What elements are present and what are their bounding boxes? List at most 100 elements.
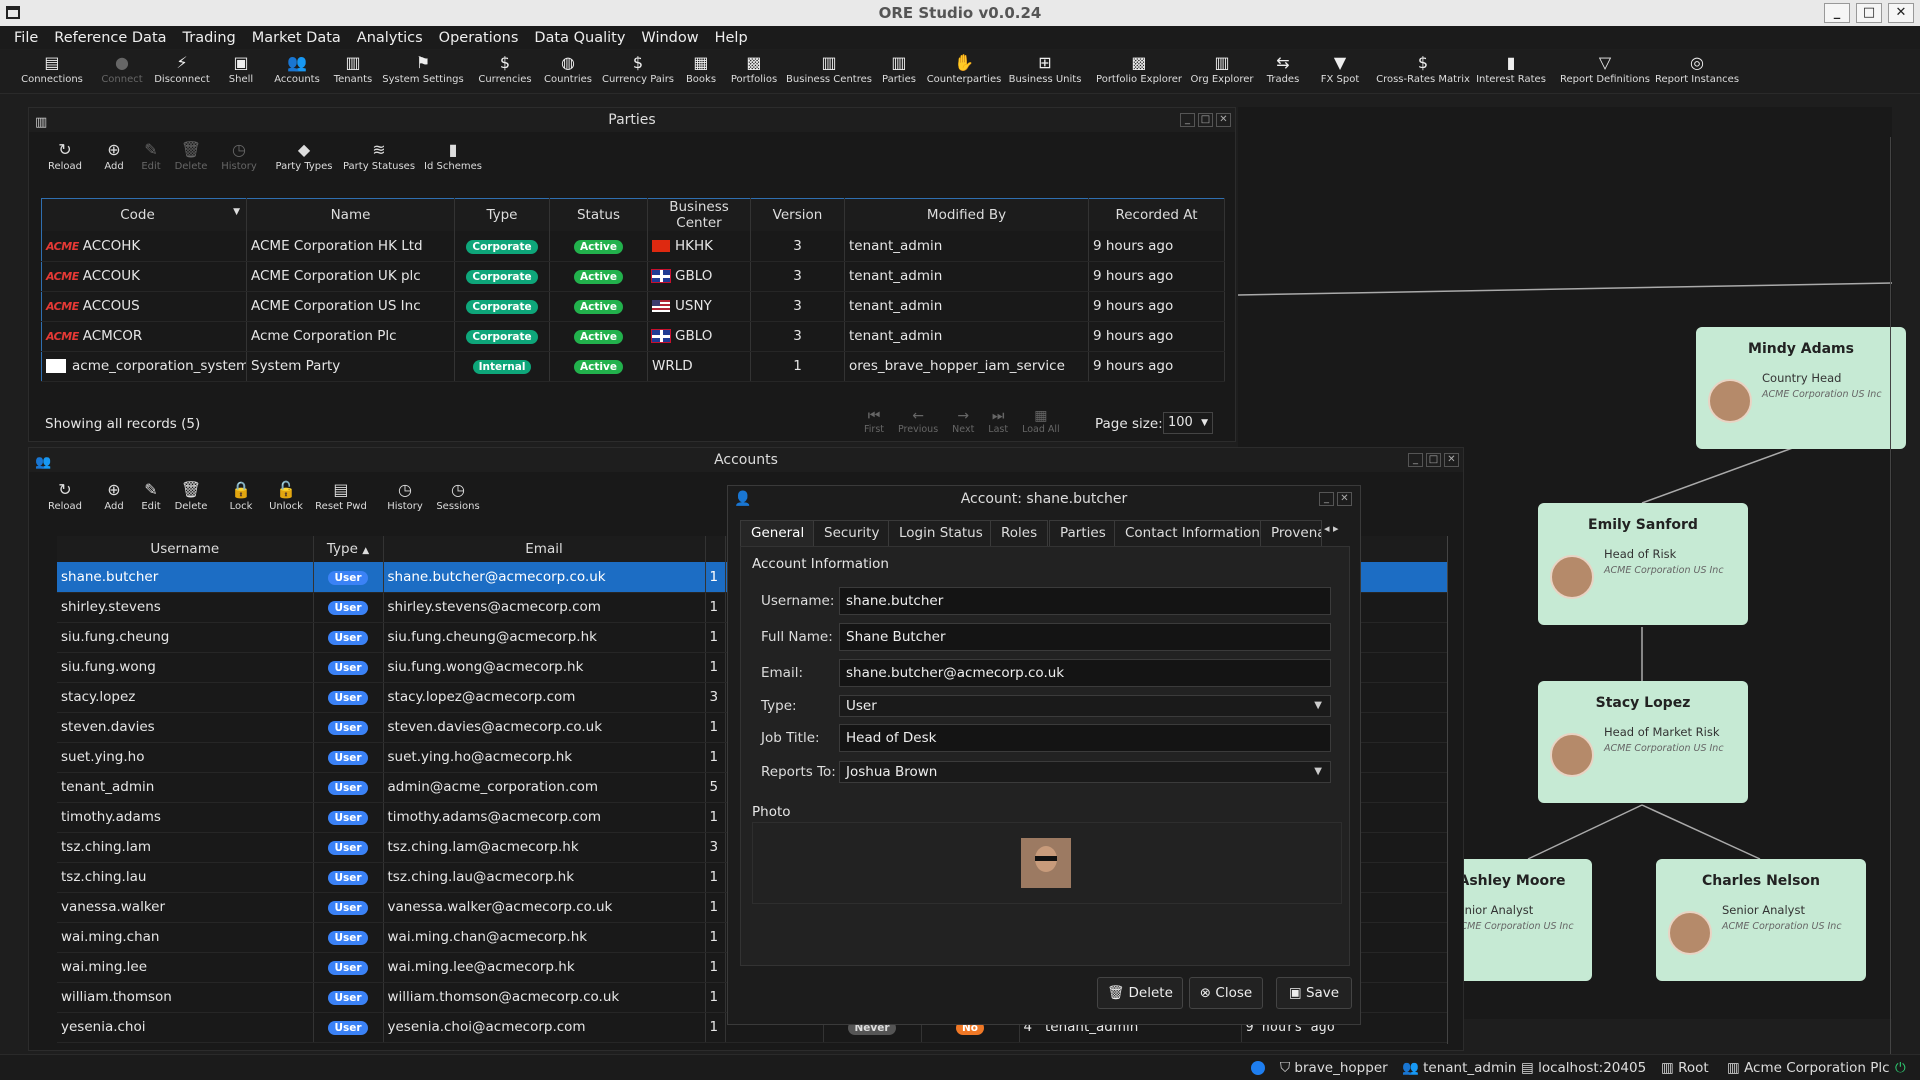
panel-minimize-button[interactable]: _ bbox=[1408, 453, 1423, 467]
toolbar-portfolio-explorer[interactable]: ▩ Portfolio Explorer bbox=[1096, 54, 1182, 86]
accounts-scrollbar[interactable] bbox=[1447, 536, 1461, 1044]
pager-last-button[interactable]: ⏭ Last bbox=[988, 408, 1008, 435]
parties-history-button[interactable]: ◷ History bbox=[221, 140, 257, 172]
accounts-add-button[interactable]: ⊕ Add bbox=[104, 480, 123, 512]
accounts-history-button[interactable]: ◷ History bbox=[387, 480, 423, 512]
column-header-status[interactable]: Status bbox=[549, 198, 648, 231]
accounts-reload-button[interactable]: ↻ Reload bbox=[48, 480, 82, 512]
pager-next-button[interactable]: → Next bbox=[952, 408, 974, 435]
close-window-button[interactable]: ✕ bbox=[1888, 3, 1914, 23]
job-title-field[interactable]: Head of Desk bbox=[839, 724, 1331, 752]
full-name-field[interactable]: Shane Butcher bbox=[839, 623, 1331, 651]
reports-to-select[interactable]: Joshua Brown ▼ bbox=[839, 761, 1331, 783]
tab-provenance[interactable]: Provena bbox=[1260, 520, 1322, 546]
column-header-version[interactable]: Version bbox=[750, 198, 845, 231]
maximize-button[interactable]: □ bbox=[1856, 3, 1882, 23]
toolbar-org-explorer[interactable]: ▥ Org Explorer bbox=[1191, 54, 1254, 86]
minimize-button[interactable]: _ bbox=[1824, 3, 1850, 23]
menu-reference-data[interactable]: Reference Data bbox=[54, 30, 166, 46]
panel-close-button[interactable]: ✕ bbox=[1216, 113, 1231, 127]
panel-maximize-button[interactable]: □ bbox=[1198, 113, 1213, 127]
org-scrollbar[interactable] bbox=[1890, 137, 1900, 1077]
accounts-delete-button[interactable]: 🗑 Delete bbox=[175, 480, 208, 512]
column-header-type[interactable]: Type ▲ bbox=[313, 536, 384, 562]
reset-password-button[interactable]: ▤ Reset Pwd bbox=[315, 480, 367, 512]
id-schemes-button[interactable]: ▮ Id Schemes bbox=[424, 140, 482, 172]
toolbar-interest-rates[interactable]: ▮ Interest Rates bbox=[1476, 54, 1546, 86]
toolbar-parties[interactable]: ▥ Parties bbox=[882, 54, 916, 86]
parties-edit-button[interactable]: ✎ Edit bbox=[141, 140, 160, 172]
column-header-email[interactable]: Email bbox=[383, 536, 706, 562]
party-types-button[interactable]: ◆ Party Types bbox=[275, 140, 332, 172]
menu-operations[interactable]: Operations bbox=[439, 30, 519, 46]
tab-roles[interactable]: Roles bbox=[990, 520, 1049, 546]
toolbar-trades[interactable]: ⇆ Trades bbox=[1267, 54, 1300, 86]
email-field[interactable]: shane.butcher@acmecorp.co.uk bbox=[839, 659, 1331, 687]
pager-first-button[interactable]: ⏮ First bbox=[864, 408, 884, 435]
tab-security[interactable]: Security bbox=[813, 520, 891, 546]
table-row[interactable]: ACME ACCOUS ACME Corporation US Inc Corpo… bbox=[41, 291, 1225, 322]
toolbar-report-instances[interactable]: ◎ Report Instances bbox=[1655, 54, 1739, 86]
toolbar-countries[interactable]: ◍ Countries bbox=[544, 54, 592, 86]
table-row[interactable]: ACME ACCOUK ACME Corporation UK plc Corpo… bbox=[41, 261, 1225, 292]
accounts-edit-button[interactable]: ✎ Edit bbox=[141, 480, 160, 512]
column-header-type[interactable]: Type bbox=[454, 198, 550, 231]
toolbar-cross-rates-matrix[interactable]: $ Cross-Rates Matrix bbox=[1376, 54, 1470, 86]
sessions-button[interactable]: ◷ Sessions bbox=[436, 480, 479, 512]
table-row[interactable]: acme_corporation_system System Party Int… bbox=[41, 351, 1225, 382]
org-node-emily-sanford[interactable]: Emily Sanford Head of Risk ACME Corporat… bbox=[1538, 503, 1748, 625]
toolbar-system-settings[interactable]: ⚑ System Settings bbox=[382, 54, 463, 86]
toolbar-currency-pairs[interactable]: $ Currency Pairs bbox=[602, 54, 674, 86]
toolbar-portfolios[interactable]: ▩ Portfolios bbox=[731, 54, 777, 86]
party-statuses-button[interactable]: ≋ Party Statuses bbox=[343, 140, 415, 172]
toolbar-accounts[interactable]: 👥 Accounts bbox=[274, 54, 320, 86]
panel-close-button[interactable]: ✕ bbox=[1444, 453, 1459, 467]
table-row[interactable]: ACME ACCOHK ACME Corporation HK Ltd Corpo… bbox=[41, 231, 1225, 262]
delete-account-button[interactable]: 🗑 Delete bbox=[1097, 977, 1183, 1009]
tab-scroll-arrows[interactable]: ◂ ▸ bbox=[1324, 522, 1339, 535]
menu-file[interactable]: File bbox=[14, 30, 38, 46]
type-select[interactable]: User ▼ bbox=[839, 695, 1331, 717]
column-header-name[interactable]: Name bbox=[246, 198, 455, 231]
menu-trading[interactable]: Trading bbox=[183, 30, 236, 46]
pager-load-all-button[interactable]: ▦ Load All bbox=[1022, 408, 1060, 435]
unlock-button[interactable]: 🔓 Unlock bbox=[269, 480, 303, 512]
toolbar-books[interactable]: ▦ Books bbox=[686, 54, 716, 86]
menu-data-quality[interactable]: Data Quality bbox=[534, 30, 625, 46]
parties-delete-button[interactable]: 🗑 Delete bbox=[175, 140, 208, 172]
toolbar-connect[interactable]: ● Connect bbox=[101, 54, 142, 86]
toolbar-currencies[interactable]: $ Currencies bbox=[478, 54, 531, 86]
org-node-charles-nelson[interactable]: Charles Nelson Senior Analyst ACME Corpo… bbox=[1656, 859, 1866, 981]
pager-previous-button[interactable]: ← Previous bbox=[898, 408, 938, 435]
tab-login-status[interactable]: Login Status bbox=[888, 520, 994, 546]
menu-help[interactable]: Help bbox=[715, 30, 748, 46]
toolbar-business-units[interactable]: ⊞ Business Units bbox=[1009, 54, 1082, 86]
parties-add-button[interactable]: ⊕ Add bbox=[104, 140, 123, 172]
tab-general[interactable]: General bbox=[740, 520, 816, 546]
toolbar-tenants[interactable]: ▥ Tenants bbox=[334, 54, 373, 86]
panel-minimize-button[interactable]: _ bbox=[1180, 113, 1195, 127]
panel-maximize-button[interactable]: □ bbox=[1426, 453, 1441, 467]
toolbar-business-centres[interactable]: ▥ Business Centres bbox=[786, 54, 872, 86]
toolbar-disconnect[interactable]: ⚡ Disconnect bbox=[154, 54, 210, 86]
toolbar-counterparties[interactable]: ✋ Counterparties bbox=[927, 54, 1002, 86]
page-size-select[interactable]: 100 ▼ bbox=[1163, 412, 1213, 434]
save-account-button[interactable]: ▣ Save bbox=[1276, 977, 1352, 1009]
column-header-modified-by[interactable]: Modified By bbox=[844, 198, 1089, 231]
column-header-business-center[interactable]: Business Center bbox=[647, 198, 751, 231]
org-node-stacy-lopez[interactable]: Stacy Lopez Head of Market Risk ACME Cor… bbox=[1538, 681, 1748, 803]
dialog-minimize-button[interactable]: _ bbox=[1319, 492, 1334, 506]
tab-contact-information[interactable]: Contact Information bbox=[1114, 520, 1271, 546]
menu-market-data[interactable]: Market Data bbox=[252, 30, 341, 46]
dialog-close-button[interactable]: ✕ bbox=[1337, 492, 1352, 506]
toolbar-report-definitions[interactable]: ▽ Report Definitions bbox=[1560, 54, 1650, 86]
menu-window[interactable]: Window bbox=[641, 30, 698, 46]
table-row[interactable]: ACME ACMCOR Acme Corporation Plc Corporat… bbox=[41, 321, 1225, 352]
parties-reload-button[interactable]: ↻ Reload bbox=[48, 140, 82, 172]
menu-analytics[interactable]: Analytics bbox=[357, 30, 423, 46]
tab-parties[interactable]: Parties bbox=[1049, 520, 1117, 546]
org-node-mindy-adams[interactable]: Mindy Adams Country Head ACME Corporatio… bbox=[1696, 327, 1906, 449]
toolbar-connections[interactable]: ▤ Connections bbox=[21, 54, 83, 86]
column-header-username[interactable]: Username bbox=[57, 536, 314, 562]
column-header-code[interactable]: Code ▼ bbox=[41, 198, 247, 231]
